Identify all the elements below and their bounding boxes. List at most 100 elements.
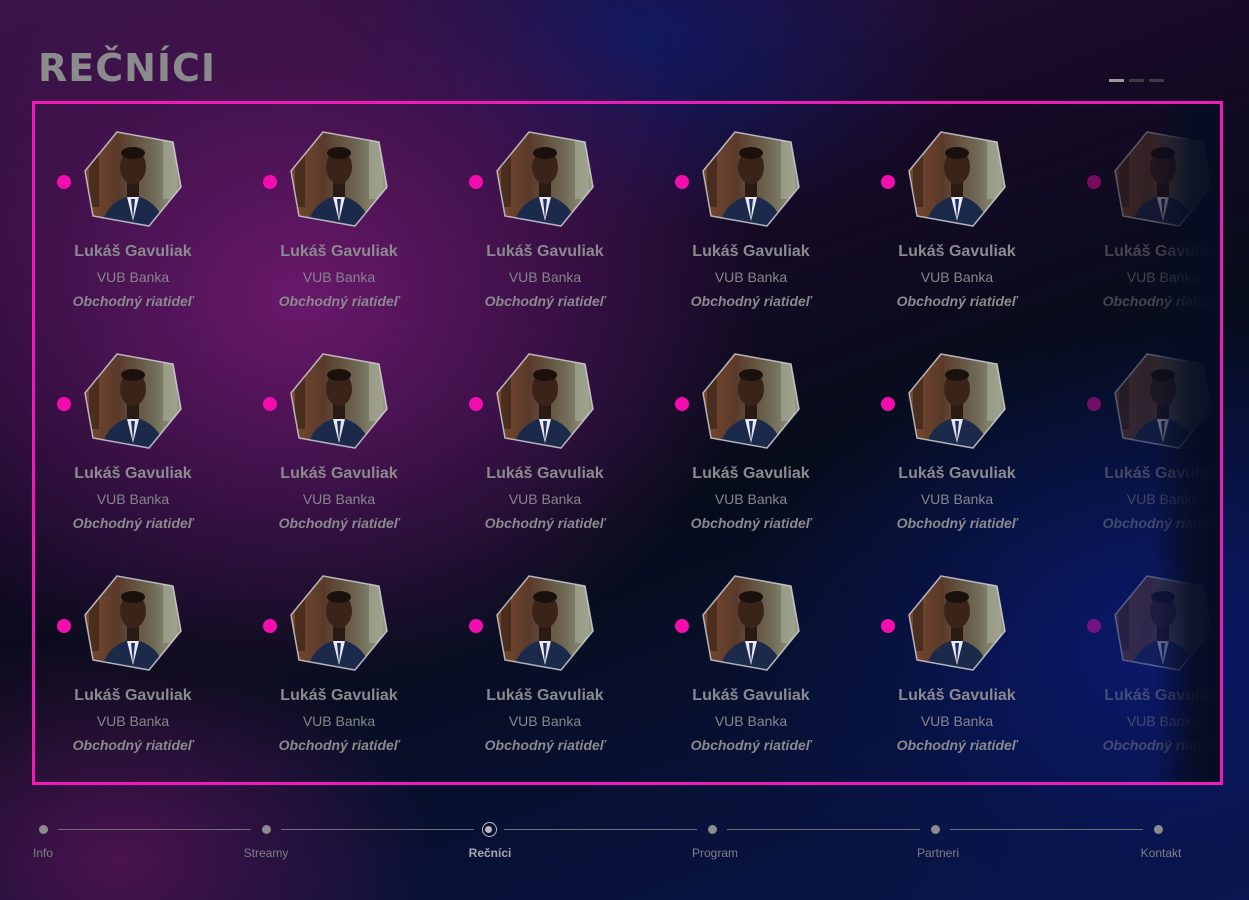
speaker-card[interactable]: Lukáš Gavuliak VUB Banka Obchodný riatideľ [1065,573,1220,763]
timeline-label[interactable]: Partneri [917,846,959,860]
speaker-card[interactable]: Lukáš Gavuliak VUB Banka Obchodný riatideľ [859,129,1049,319]
timeline-node-icon[interactable] [707,825,717,834]
speaker-name: Lukáš Gavuliak [280,243,398,260]
speaker-company: VUB Banka [1126,713,1200,729]
speaker-card[interactable]: Lukáš Gavuliak VUB Banka Obchodný riatideľ [35,351,225,541]
speaker-company: VUB Banka [96,269,170,285]
timeline-node-icon[interactable] [930,825,940,834]
speaker-dot-icon [1087,175,1101,189]
speaker-dot-icon [1087,619,1101,633]
speaker-avatar-hexagon-icon [907,351,1007,451]
section-timeline: Info Streamy Rečníci Program Partneri Kontakt [0,815,1249,875]
speaker-card[interactable]: Lukáš Gavuliak VUB Banka Obchodný riatideľ [447,351,637,541]
speaker-dot-icon [881,619,895,633]
speaker-role: Obchodný riatideľ [690,515,812,531]
speaker-company: VUB Banka [96,491,170,507]
speaker-avatar-hexagon-icon [1113,129,1213,229]
speaker-dot-icon [469,397,483,411]
speaker-avatar-hexagon-icon [701,351,801,451]
speaker-role: Obchodný riatideľ [72,737,194,753]
speaker-dot-icon [881,397,895,411]
timeline-connector [281,829,474,830]
speaker-company: VUB Banka [714,713,788,729]
speaker-avatar-hexagon-icon [289,129,389,229]
timeline-label[interactable]: Program [692,846,738,860]
speaker-dot-icon [1087,397,1101,411]
timeline-node-icon[interactable] [38,825,48,834]
speaker-role: Obchodný riatideľ [484,737,606,753]
speaker-company: VUB Banka [96,713,170,729]
speaker-role: Obchodný riatideľ [278,515,400,531]
speaker-company: VUB Banka [302,269,376,285]
timeline-node-icon[interactable] [261,825,271,834]
speaker-card[interactable]: Lukáš Gavuliak VUB Banka Obchodný riatideľ [859,351,1049,541]
speaker-dot-icon [675,397,689,411]
speaker-name: Lukáš Gavuliak [280,465,398,482]
speaker-role: Obchodný riatideľ [484,515,606,531]
speaker-dot-icon [57,619,71,633]
speaker-name: Lukáš Gavuliak [898,243,1016,260]
pager [1109,79,1164,82]
speaker-role: Obchodný riatideľ [1102,515,1220,531]
speaker-role: Obchodný riatideľ [1102,737,1220,753]
speaker-avatar-hexagon-icon [1113,573,1213,673]
speaker-role: Obchodný riatideľ [690,293,812,309]
speaker-name: Lukáš Gavuliak [486,687,604,704]
speaker-card[interactable]: Lukáš Gavuliak VUB Banka Obchodný riatideľ [241,351,431,541]
speaker-card[interactable]: Lukáš Gavuliak VUB Banka Obchodný riatideľ [447,129,637,319]
speaker-card[interactable]: Lukáš Gavuliak VUB Banka Obchodný riatideľ [241,573,431,763]
speaker-dot-icon [469,619,483,633]
pager-dash-3[interactable] [1149,79,1164,82]
speaker-dot-icon [675,175,689,189]
speaker-name: Lukáš Gavuliak [692,687,810,704]
speaker-company: VUB Banka [714,491,788,507]
speaker-dot-icon [469,175,483,189]
speaker-name: Lukáš Gavuliak [486,465,604,482]
speaker-avatar-hexagon-icon [907,129,1007,229]
speaker-card[interactable]: Lukáš Gavuliak VUB Banka Obchodný riatideľ [653,351,843,541]
pager-dash-2[interactable] [1129,79,1144,82]
speaker-avatar-hexagon-icon [289,351,389,451]
timeline-node-icon[interactable] [1153,825,1163,834]
speaker-avatar-hexagon-icon [907,573,1007,673]
speaker-role: Obchodný riatideľ [72,515,194,531]
speaker-company: VUB Banka [508,491,582,507]
speaker-avatar-hexagon-icon [289,573,389,673]
speaker-name: Lukáš Gavuliak [1104,243,1220,260]
speaker-name: Lukáš Gavuliak [1104,465,1220,482]
pager-dash-1[interactable] [1109,79,1124,82]
timeline-node-icon[interactable] [481,822,497,837]
speaker-company: VUB Banka [1126,491,1200,507]
timeline-label[interactable]: Kontakt [1141,846,1182,860]
speaker-card[interactable]: Lukáš Gavuliak VUB Banka Obchodný riatideľ [35,129,225,319]
speaker-name: Lukáš Gavuliak [280,687,398,704]
speaker-company: VUB Banka [920,491,994,507]
speaker-card[interactable]: Lukáš Gavuliak VUB Banka Obchodný riatideľ [1065,129,1220,319]
speaker-name: Lukáš Gavuliak [74,687,192,704]
speaker-name: Lukáš Gavuliak [486,243,604,260]
speaker-dot-icon [675,619,689,633]
speaker-card[interactable]: Lukáš Gavuliak VUB Banka Obchodný riatideľ [447,573,637,763]
speaker-card[interactable]: Lukáš Gavuliak VUB Banka Obchodný riatideľ [35,573,225,763]
speakers-grid: Lukáš Gavuliak VUB Banka Obchodný riatideľ… [35,104,1220,782]
speaker-company: VUB Banka [302,713,376,729]
speaker-card[interactable]: Lukáš Gavuliak VUB Banka Obchodný riatideľ [653,129,843,319]
speaker-card[interactable]: Lukáš Gavuliak VUB Banka Obchodný riatideľ [653,573,843,763]
speaker-card[interactable]: Lukáš Gavuliak VUB Banka Obchodný riatideľ [859,573,1049,763]
speaker-name: Lukáš Gavuliak [692,243,810,260]
speaker-dot-icon [57,175,71,189]
speaker-role: Obchodný riatideľ [896,515,1018,531]
timeline-label[interactable]: Streamy [244,846,289,860]
speaker-avatar-hexagon-icon [1113,351,1213,451]
page-title: REČNÍCI [38,46,217,90]
speaker-card[interactable]: Lukáš Gavuliak VUB Banka Obchodný riatideľ [1065,351,1220,541]
speaker-role: Obchodný riatideľ [690,737,812,753]
speaker-name: Lukáš Gavuliak [898,687,1016,704]
timeline-label[interactable]: Info [33,846,53,860]
speaker-card[interactable]: Lukáš Gavuliak VUB Banka Obchodný riatideľ [241,129,431,319]
speaker-company: VUB Banka [508,269,582,285]
speaker-avatar-hexagon-icon [701,129,801,229]
timeline-connector [58,829,251,830]
timeline-label[interactable]: Rečníci [469,846,512,860]
speaker-role: Obchodný riatideľ [896,293,1018,309]
